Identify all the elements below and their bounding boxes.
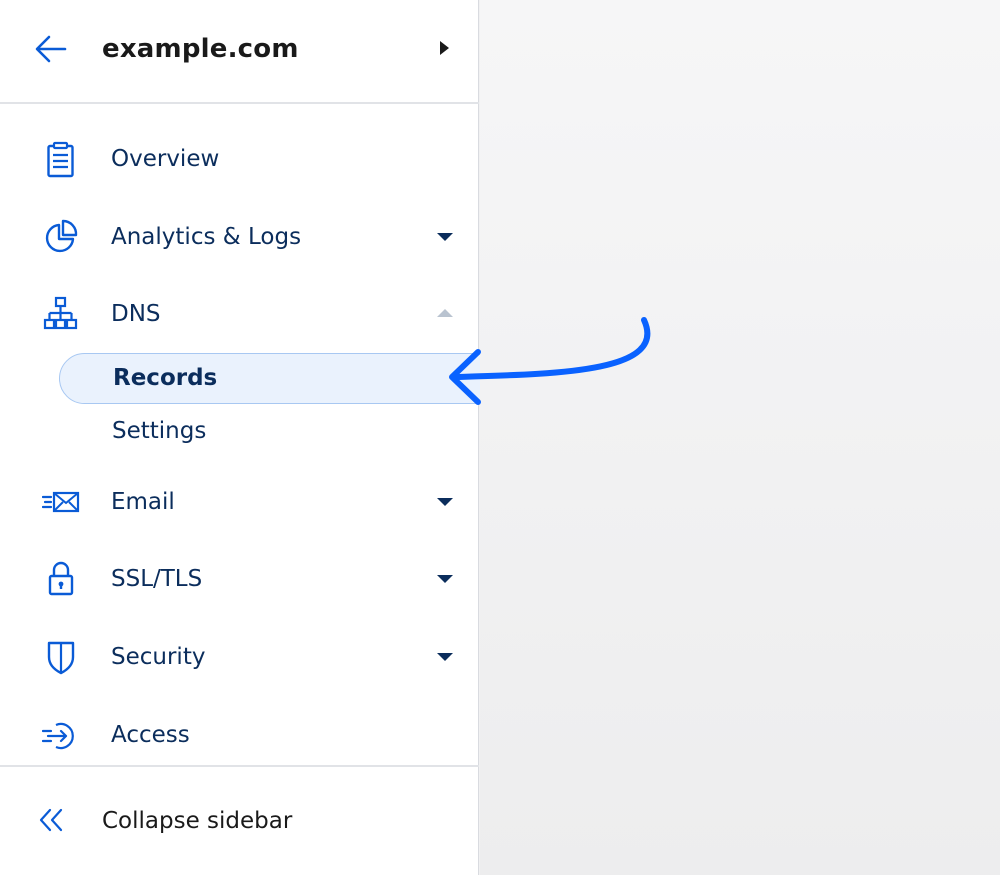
caret-down-icon[interactable] [436,573,454,585]
nav-item-access[interactable]: Access [0,708,479,764]
main-content-area [480,0,1000,875]
nav-label-ssl-tls: SSL/TLS [111,566,203,592]
collapse-sidebar-button[interactable]: Collapse sidebar [0,790,479,854]
footer-divider [0,765,479,767]
clipboard-icon [47,141,74,178]
caret-down-icon[interactable] [436,496,454,508]
pie-chart-icon [45,219,78,253]
zone-header: example.com [0,0,479,104]
nav-item-analytics-logs[interactable]: Analytics & Logs [0,210,479,266]
caret-down-icon[interactable] [436,231,454,243]
nav-item-email[interactable]: Email [0,475,479,531]
nav-label-overview: Overview [111,146,220,172]
caret-right-icon[interactable] [438,40,450,56]
collapse-sidebar-label: Collapse sidebar [102,808,293,834]
shield-icon [47,641,75,675]
zone-name[interactable]: example.com [102,34,299,64]
nav-label-access: Access [111,722,190,748]
nav-item-security[interactable]: Security [0,630,479,686]
sub-item-settings[interactable]: Settings [112,418,206,444]
envelope-fast-icon [42,491,80,513]
network-tree-icon [43,296,78,330]
caret-down-icon[interactable] [436,651,454,663]
arrow-left-icon[interactable] [34,34,68,64]
nav-label-analytics-logs: Analytics & Logs [111,224,302,250]
double-chevron-left-icon [39,808,63,832]
lock-icon [48,561,74,596]
nav-label-security: Security [111,644,206,670]
access-signin-icon [42,722,74,750]
nav-item-dns[interactable]: DNS [0,287,479,343]
caret-up-icon[interactable] [436,307,454,319]
sub-item-records-label: Records [113,365,218,391]
nav-item-ssl-tls[interactable]: SSL/TLS [0,552,479,608]
sidebar: example.com Overview Analytics & Logs DN… [0,0,499,875]
nav-item-overview[interactable]: Overview [0,132,479,188]
nav-label-dns: DNS [111,301,161,327]
sub-item-records[interactable]: Records [59,353,499,404]
nav-label-email: Email [111,489,175,515]
